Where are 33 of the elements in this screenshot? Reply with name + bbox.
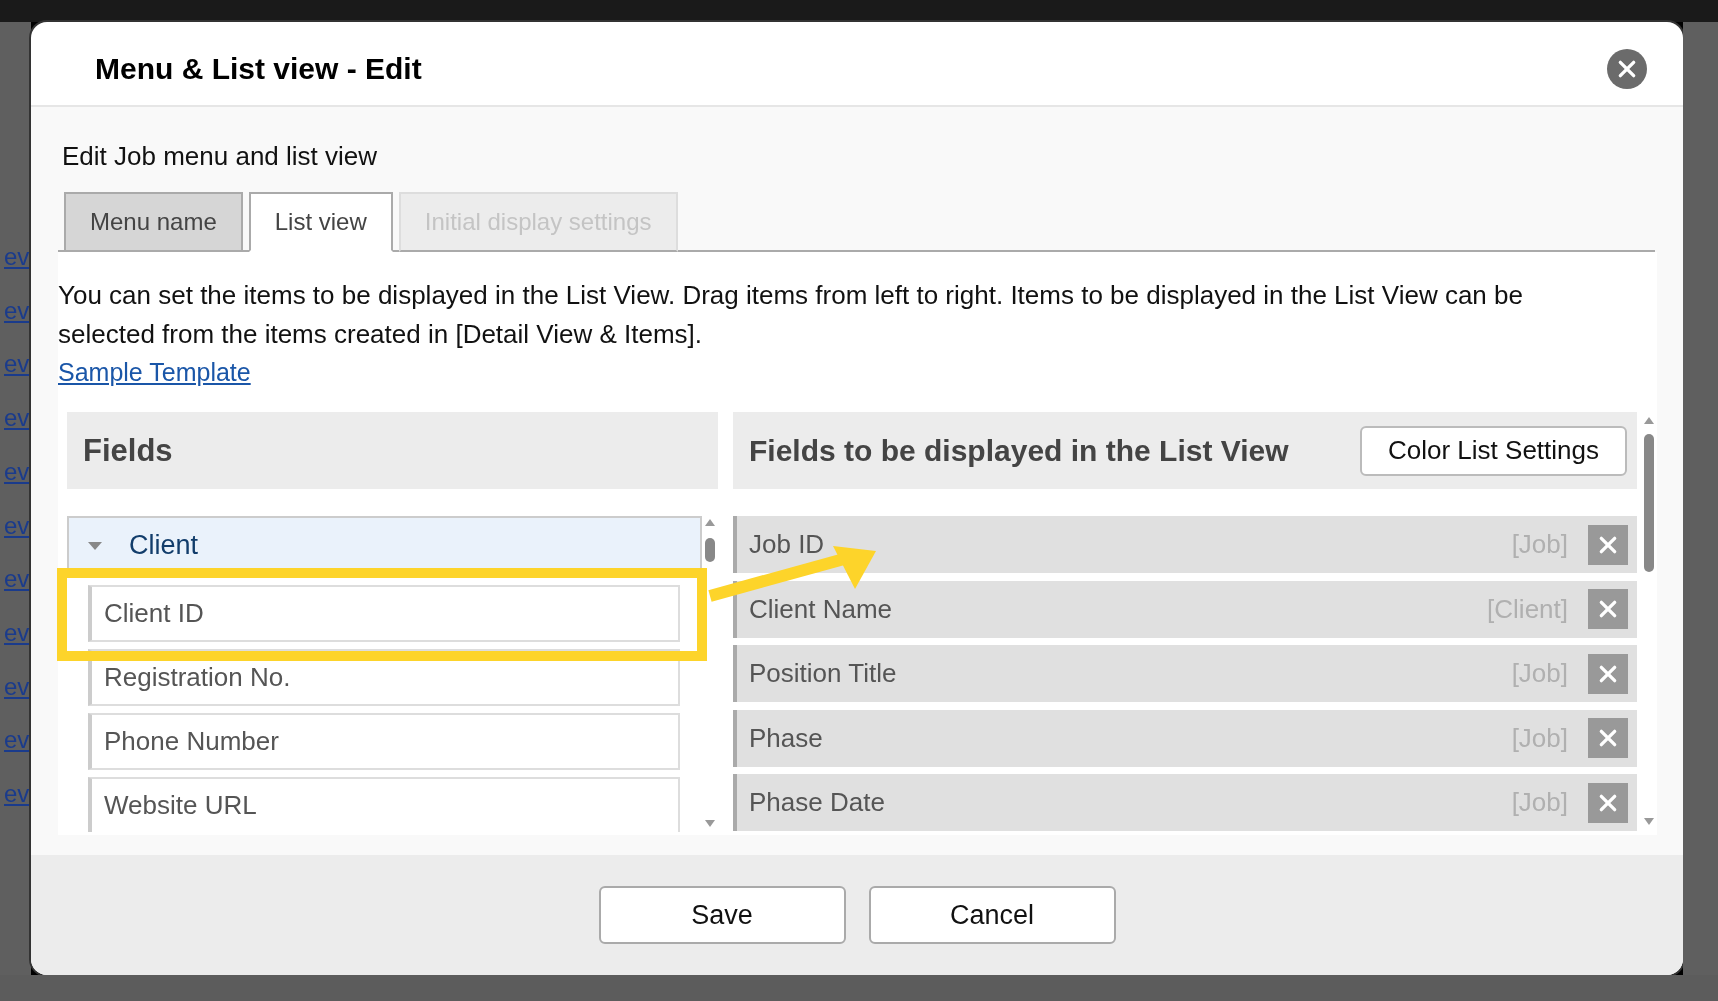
- dialog-title: Menu & List view - Edit: [95, 51, 422, 86]
- close-icon: [1598, 534, 1618, 555]
- close-icon: [1617, 58, 1637, 79]
- tab[interactable]: Menu name: [64, 192, 243, 252]
- field-name: Position Title: [749, 658, 897, 690]
- panel-title: Fields: [83, 432, 173, 469]
- caret-icon: [87, 540, 103, 551]
- close-icon: [1598, 663, 1618, 684]
- close-icon: [1598, 728, 1618, 749]
- panel-title: Fields to be displayed in the List View: [749, 433, 1289, 468]
- field-name: Client Name: [749, 593, 893, 625]
- field-item[interactable]: Client ID: [88, 585, 680, 642]
- field-name: Job ID: [749, 529, 825, 560]
- field-name: Phase Date: [749, 787, 885, 819]
- close-icon: [1598, 599, 1618, 620]
- description-text: You can set the items to be displayed in the List View. Drag items from left to right. Items to be displayed in the List View can be selected from the items created in [Detail View & Items].: [58, 279, 1524, 351]
- close-button[interactable]: [1607, 48, 1647, 89]
- color-list-settings-button[interactable]: Color List Settings: [1360, 425, 1627, 476]
- footer-button[interactable]: Cancel: [868, 886, 1116, 944]
- dialog-subtitle: Edit Job menu and list view: [62, 140, 379, 173]
- tab[interactable]: List view: [248, 192, 393, 252]
- field-item[interactable]: Phone Number: [88, 713, 680, 770]
- footer-button[interactable]: Save: [598, 886, 846, 944]
- remove-button[interactable]: [1588, 718, 1628, 759]
- remove-button[interactable]: [1588, 524, 1628, 565]
- remove-button[interactable]: [1588, 589, 1628, 630]
- field-item[interactable]: Website URL: [88, 777, 680, 832]
- group-label: Client: [129, 530, 199, 561]
- remove-button[interactable]: [1588, 782, 1628, 823]
- sample-template-link[interactable]: Sample Template: [58, 354, 251, 390]
- close-icon: [1598, 792, 1618, 813]
- field-name: Phase: [749, 722, 823, 754]
- remove-button[interactable]: [1588, 653, 1628, 694]
